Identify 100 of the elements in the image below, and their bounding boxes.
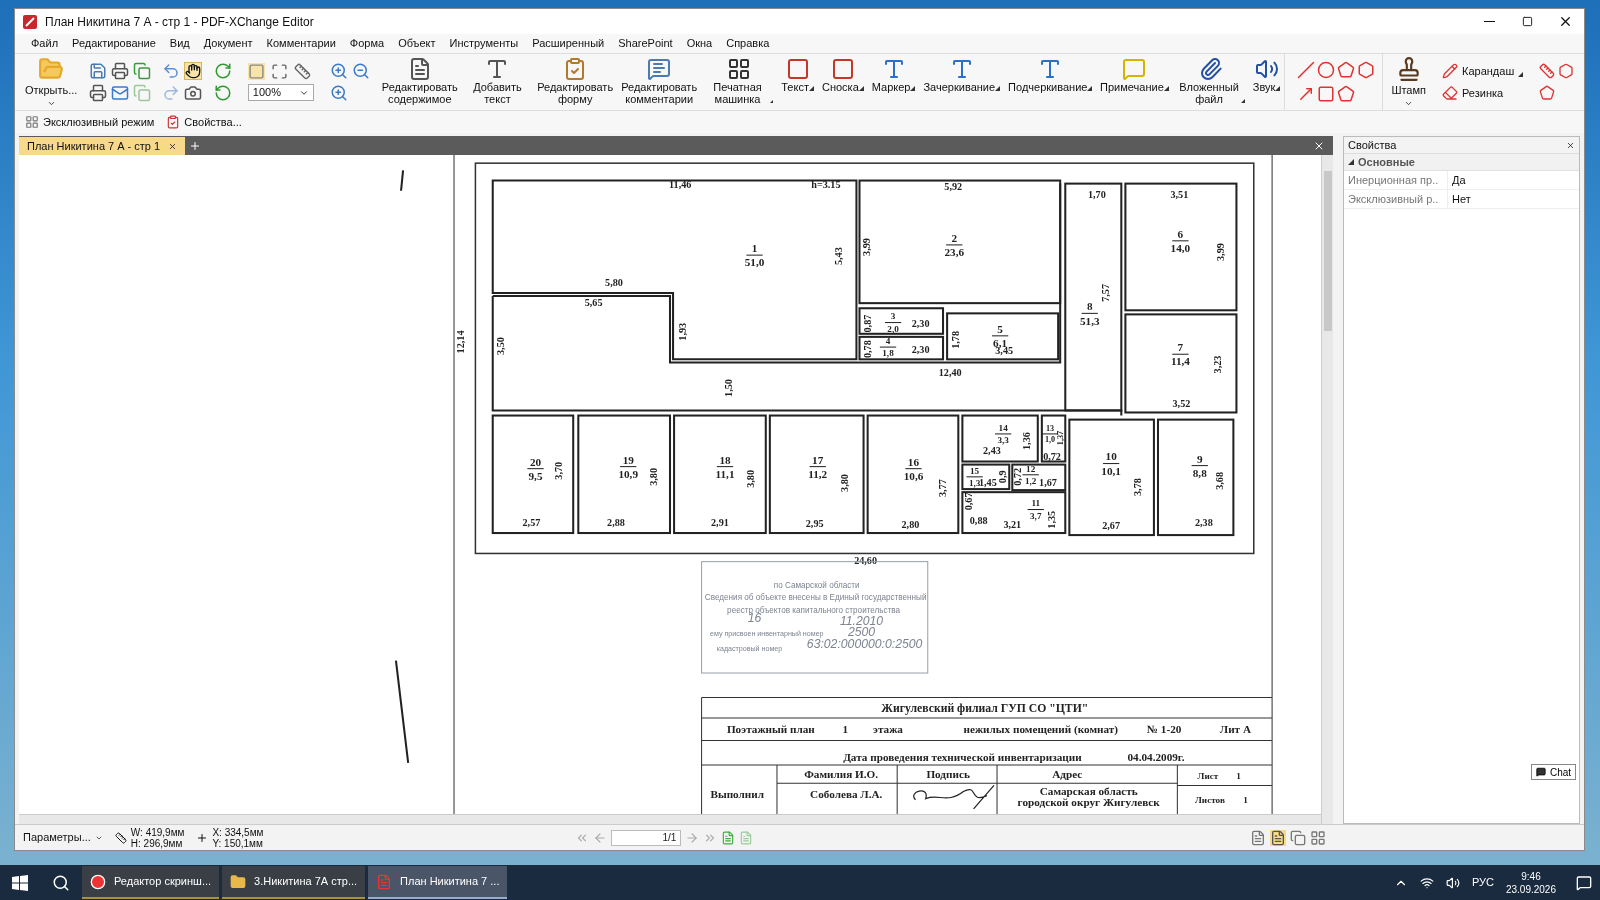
save-icon[interactable]	[89, 62, 108, 80]
taskbar-app[interactable]: 3.Никитина 7А стр...	[222, 866, 366, 899]
menu-item[interactable]: Файл	[31, 35, 59, 52]
toolbar-button[interactable]: Эксклюзивный режим	[25, 113, 155, 131]
close-tab-icon[interactable]	[168, 141, 178, 151]
stamp-button[interactable]: Штамп	[1382, 54, 1434, 110]
room-area: 3,7	[1030, 510, 1042, 521]
toolbar-button[interactable]: Свойства...	[166, 113, 242, 131]
mail-icon[interactable]	[110, 84, 129, 102]
tool-button[interactable]: Редактировать содержимое	[377, 54, 462, 110]
pentagon-icon[interactable]	[1336, 85, 1355, 103]
pdf-icon	[376, 873, 393, 890]
copy-icon[interactable]	[132, 62, 151, 80]
menu-item[interactable]: Инструменты	[449, 35, 519, 52]
column-header: Адрес	[1052, 768, 1083, 781]
panel-title: Свойства	[1348, 137, 1397, 153]
clock-date[interactable]: 23.09.2026	[1505, 882, 1556, 896]
search-icon[interactable]	[52, 873, 70, 892]
chat-button[interactable]: Chat	[1531, 764, 1577, 780]
ellipse-icon[interactable]	[1317, 61, 1336, 79]
pen-tool-button[interactable]: Карандаш	[1442, 62, 1524, 79]
menu-item[interactable]: Объект	[398, 35, 436, 52]
close-panel-icon[interactable]	[1566, 140, 1575, 150]
menu-item[interactable]: Форма	[349, 35, 385, 52]
tool-button[interactable]: Печатная машинка	[701, 54, 778, 110]
dimension-label: 3,70	[553, 461, 564, 480]
language-indicator[interactable]: РУС	[1471, 874, 1494, 891]
rectangle-icon[interactable]	[1317, 85, 1336, 103]
menu-item[interactable]: Справка	[726, 35, 770, 52]
menu-item[interactable]: Документ	[203, 35, 253, 52]
dimension-label: 2,43	[983, 445, 1001, 457]
premises-label: нежилых помещений (комнат)	[963, 723, 1119, 736]
zoom-out-icon[interactable]	[351, 62, 370, 80]
network-icon[interactable]	[1419, 875, 1434, 890]
polygon-icon[interactable]	[1336, 61, 1355, 79]
tool-button[interactable]: Примечание	[1096, 54, 1173, 110]
dimension-label: 1,36	[1020, 432, 1032, 450]
taskbar-app[interactable]: План Никитина 7 ...	[368, 866, 508, 899]
minimize-icon	[1483, 21, 1495, 22]
print-icon[interactable]	[89, 84, 108, 102]
person-name: Соболева Л.А.	[810, 787, 883, 800]
room-area: 1,3	[968, 478, 981, 489]
eraser-icon	[1442, 85, 1458, 102]
camera-icon[interactable]	[183, 84, 202, 102]
single-page-icon[interactable]	[1250, 829, 1266, 846]
room-number: 7	[1177, 341, 1184, 354]
zoom-plus-icon[interactable]	[329, 84, 348, 102]
clock-time[interactable]: 9:46	[1521, 869, 1541, 883]
tool-button[interactable]: Текст	[777, 54, 818, 110]
property-value[interactable]: Да	[1448, 171, 1470, 189]
volume-icon[interactable]	[1445, 875, 1460, 890]
pen-tool-button[interactable]: Резинка	[1442, 85, 1524, 102]
line-icon[interactable]	[1297, 61, 1316, 79]
room-area: 11,1	[715, 467, 735, 480]
menu-item[interactable]: Редактирование	[72, 35, 156, 52]
section-header[interactable]: Основные	[1344, 154, 1579, 171]
comment-icon	[647, 57, 672, 81]
property-value[interactable]: Нет	[1448, 190, 1475, 208]
menu-item[interactable]: Комментарии	[266, 35, 336, 52]
rotate-counterclockwise-icon[interactable]	[213, 84, 232, 102]
zoom-in-icon[interactable]	[329, 62, 348, 80]
zoom-dropdown[interactable]: 100%	[247, 84, 314, 101]
room-number: 4	[885, 336, 891, 346]
taskbar-app[interactable]: Редактор скринш...	[82, 866, 220, 899]
tool-button[interactable]: Редактировать форму	[533, 54, 618, 110]
vertical-scrollbar[interactable]	[1321, 155, 1333, 824]
tool-button[interactable]: Маркер	[867, 54, 920, 110]
menu-item[interactable]: Окна	[686, 35, 713, 52]
open-button[interactable]: Открыть...	[21, 54, 82, 110]
folder-icon	[230, 873, 247, 890]
room-area: 11,2	[808, 467, 828, 480]
close-document-icon[interactable]	[1313, 140, 1325, 152]
fit-page-icon[interactable]	[270, 63, 288, 80]
sheets-label: Листов	[1195, 794, 1225, 805]
tool-button[interactable]: Звук	[1248, 54, 1285, 110]
tool-button[interactable]: Вложенный файл	[1172, 54, 1249, 110]
dimension-label: 5,92	[944, 180, 963, 192]
hand-icon[interactable]	[183, 62, 202, 80]
grid-pages-icon[interactable]	[1310, 829, 1326, 846]
rotate-clockwise-icon[interactable]	[213, 62, 232, 80]
menu-item[interactable]: Расширенный	[532, 35, 605, 52]
tool-button[interactable]: Сноска	[817, 54, 868, 110]
start-icon[interactable]	[12, 874, 28, 891]
horizontal-scrollbar[interactable]	[19, 814, 1321, 824]
facing-pages-icon[interactable]	[1290, 829, 1306, 846]
tool-button[interactable]: Редактировать комментарии	[617, 54, 702, 110]
document-tab[interactable]: План Никитина 7 А - стр 1	[19, 137, 186, 155]
dimension-label: 3,51	[1170, 188, 1189, 200]
tool-button[interactable]: Добавить текст	[461, 54, 534, 110]
room-number: 19	[622, 453, 634, 466]
notifications-icon[interactable]	[1576, 874, 1592, 891]
menu-item[interactable]: SharePoint	[618, 35, 673, 52]
dimension-label: 2,57	[522, 516, 541, 528]
menu-item[interactable]: Вид	[169, 35, 190, 52]
dimension-label: 1,35	[1046, 510, 1058, 529]
options-button[interactable]: Параметры...	[23, 829, 103, 846]
tool-button[interactable]: Зачеркивание	[919, 54, 1005, 110]
tool-button[interactable]: Подчеркивание	[1004, 54, 1097, 110]
new-tab-icon[interactable]	[189, 140, 202, 152]
page-number-field[interactable]: 1/1	[611, 829, 682, 846]
